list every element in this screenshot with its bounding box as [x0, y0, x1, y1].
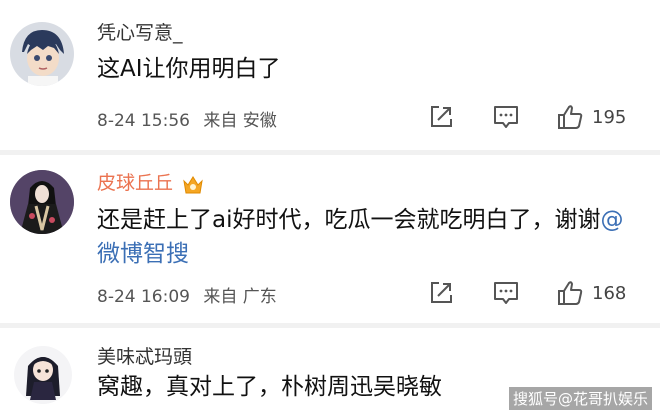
- username[interactable]: 美味忒玛頭: [97, 342, 192, 369]
- like-count: 195: [592, 106, 627, 128]
- username[interactable]: 皮球丘丘: [97, 168, 205, 195]
- share-icon: [431, 282, 452, 303]
- comment-button[interactable]: [492, 278, 520, 308]
- thumbs-up-icon: [558, 281, 583, 305]
- comment-actions: 168: [428, 278, 638, 308]
- comment-text: 还是赶上了ai好时代，吃瓜一会就吃明白了，谢谢@微博智搜: [97, 203, 642, 271]
- comment-source: 来自 安徽: [203, 111, 277, 131]
- comment-text: 这AI让你用明白了: [97, 56, 281, 82]
- anime-boy-avatar-icon[interactable]: [10, 22, 74, 86]
- comment-item: 皮球丘丘 还是赶上了ai好时代，吃瓜一会就吃明白了，谢谢@微博智搜 8-24 1…: [0, 155, 660, 323]
- vip-crown-icon: [183, 175, 203, 193]
- comment-icon: [494, 106, 518, 128]
- comment-icon: [494, 282, 518, 304]
- comment-button[interactable]: [492, 102, 520, 132]
- comment-date: 8-24 16:09: [97, 287, 190, 307]
- thumbs-up-icon: [558, 105, 583, 129]
- chibi-girl-avatar-icon[interactable]: [14, 346, 72, 404]
- comment-item: 凭心写意_ 这AI让你用明白了 8-24 15:56 来自 安徽 195: [0, 0, 660, 150]
- like-button[interactable]: 168: [556, 278, 626, 308]
- comment-meta: 8-24 15:56 来自 安徽: [97, 106, 285, 131]
- comment-actions: 195: [428, 102, 638, 132]
- username[interactable]: 凭心写意_: [97, 18, 183, 45]
- comment-date: 8-24 15:56: [97, 111, 190, 131]
- comment-source: 来自 广东: [203, 287, 277, 307]
- kimono-girl-avatar-icon[interactable]: [10, 170, 74, 234]
- comment-text-main: 还是赶上了ai好时代，吃瓜一会就吃明白了，谢谢: [97, 207, 601, 233]
- share-button[interactable]: [428, 278, 454, 308]
- watermark: 搜狐号@花哥扒娱乐: [508, 387, 652, 410]
- username-text: 皮球丘丘: [97, 172, 174, 194]
- share-icon: [431, 106, 452, 127]
- share-button[interactable]: [428, 102, 454, 132]
- comment-meta: 8-24 16:09 来自 广东: [97, 282, 285, 307]
- like-button[interactable]: 195: [556, 102, 626, 132]
- like-count: 168: [592, 282, 627, 304]
